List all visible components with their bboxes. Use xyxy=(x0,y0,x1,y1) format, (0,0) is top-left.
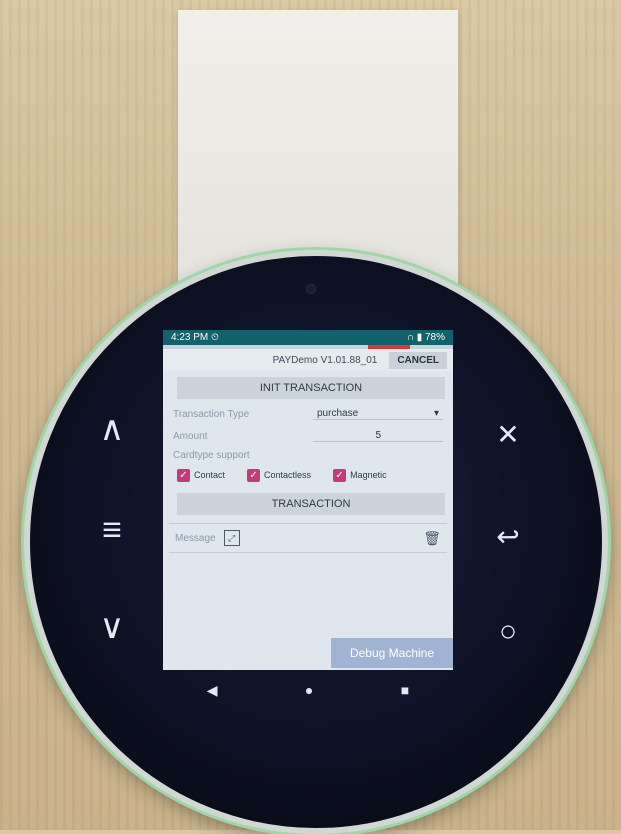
cancel-button[interactable]: CANCEL xyxy=(389,351,447,369)
init-transaction-button[interactable]: INIT TRANSACTION xyxy=(177,377,445,399)
amount-label: Amount xyxy=(173,430,208,442)
magnetic-checkbox[interactable]: ✓ Magnetic xyxy=(333,468,387,482)
up-arrow-button[interactable]: ∧ xyxy=(92,412,132,446)
magnetic-label: Magnetic xyxy=(350,470,387,480)
headset-icon: ∩ xyxy=(406,332,414,343)
transaction-type-label: Transaction Type xyxy=(173,408,250,420)
cardtype-row: Cardtype support xyxy=(163,447,453,463)
message-row: Message ⤢ 🗑 xyxy=(169,523,447,553)
home-icon[interactable]: ● xyxy=(305,682,313,698)
message-label: Message xyxy=(175,532,216,544)
status-time: 4:23 PM ⏲ xyxy=(171,332,219,343)
checkmark-icon: ✓ xyxy=(177,468,190,482)
menu-button[interactable]: ≡ xyxy=(92,513,132,547)
amount-row: Amount 5 xyxy=(163,425,453,447)
battery-icon: ▮ xyxy=(416,332,423,343)
debug-machine-button[interactable]: Debug Machine xyxy=(331,638,453,668)
app-version: PAYDemo V1.01.88_01 xyxy=(272,354,378,366)
title-row: PAYDemo V1.01.88_01 CANCEL xyxy=(163,349,453,371)
transaction-type-select[interactable]: purchase ▾ xyxy=(313,408,443,420)
header-strip xyxy=(163,345,453,349)
checkmark-icon: ✓ xyxy=(333,468,347,482)
recent-apps-icon[interactable]: ■ xyxy=(401,682,409,698)
transaction-button[interactable]: TRANSACTION xyxy=(177,493,445,515)
contact-checkbox[interactable]: ✓ Contact xyxy=(177,468,226,482)
down-arrow-button[interactable]: ∨ xyxy=(92,610,132,644)
contactless-checkbox[interactable]: ✓ Contactless xyxy=(247,468,312,482)
trash-icon[interactable]: 🗑 xyxy=(423,530,441,547)
return-button[interactable]: ↩ xyxy=(488,520,528,554)
contactless-label: Contactless xyxy=(264,470,312,480)
expand-icon[interactable]: ⤢ xyxy=(223,530,240,546)
battery-level: 78% xyxy=(424,332,445,343)
amount-input[interactable]: 5 xyxy=(313,430,443,442)
ok-button[interactable]: ○ xyxy=(488,615,528,649)
cardtype-checkboxes: ✓ Contact ✓ Contactless ✓ Magnetic xyxy=(163,463,453,487)
back-icon[interactable]: ◀ xyxy=(207,682,218,699)
cardtype-label: Cardtype support xyxy=(173,449,250,461)
close-button[interactable]: ✕ xyxy=(488,418,528,452)
android-nav-bar: ◀ ● ■ xyxy=(163,670,453,710)
contact-label: Contact xyxy=(194,470,226,480)
status-right: ∩ ▮ 78% xyxy=(407,332,445,343)
alarm-icon: ⏲ xyxy=(211,332,219,343)
transaction-type-row: Transaction Type purchase ▾ xyxy=(163,403,453,425)
camera-lens xyxy=(306,284,316,294)
dropdown-arrow-icon: ▾ xyxy=(433,408,439,419)
transaction-type-value: purchase xyxy=(317,408,359,419)
checkmark-icon: ✓ xyxy=(247,468,261,482)
status-bar: 4:23 PM ⏲ ∩ ▮ 78% xyxy=(163,330,453,345)
terminal-screen: 4:23 PM ⏲ ∩ ▮ 78% PAYDemo V1.01.88_01 CA… xyxy=(163,330,453,670)
signal-indicator xyxy=(368,345,410,349)
